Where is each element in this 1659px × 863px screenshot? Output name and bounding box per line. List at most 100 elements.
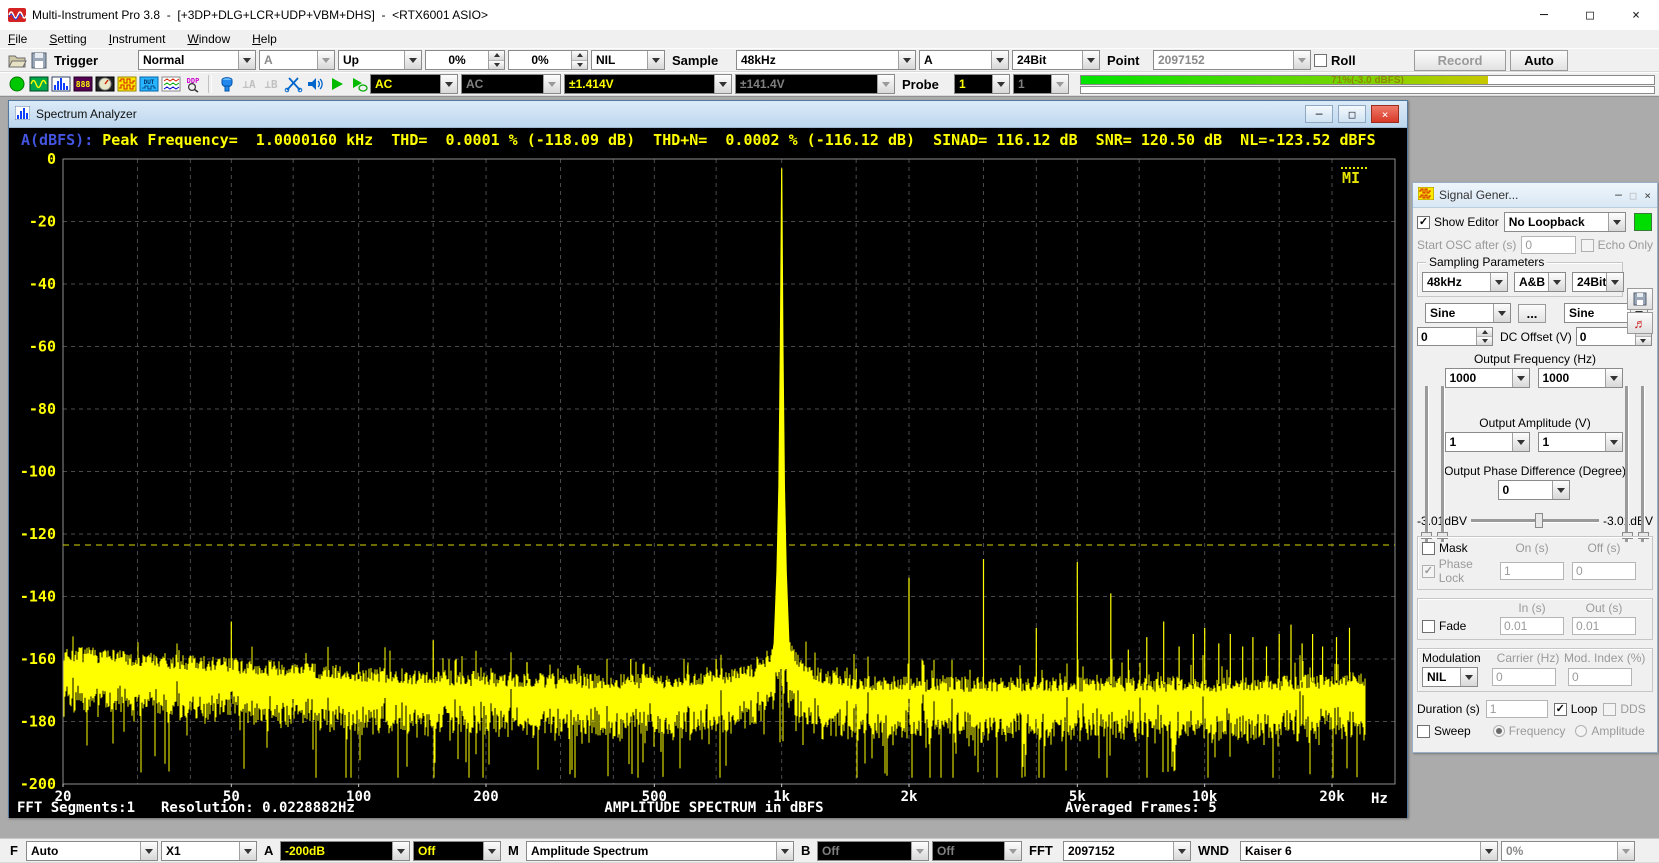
ddp-viewer-icon[interactable]: DDP [182,74,203,94]
instrument-toolbar: 888DUTDDP⊥A⊥BACAC±1.414V±141.4VProbe1171… [0,72,1659,96]
range-a-select[interactable]: ±1.414V [564,74,732,94]
status-resolution: Resolution: 0.0228882Hz [161,800,355,816]
y-axis-label: -120 [20,525,56,543]
amplitude-b-fine-slider-track[interactable] [1625,386,1629,542]
mdi-workspace: Spectrum Analyzer ─ □ × A(dBFS): Peak Fr… [0,96,1659,839]
sampling-channel-select[interactable]: A [919,50,1009,70]
mask-checkbox[interactable]: Mask [1422,541,1500,555]
frequency-a-select[interactable]: 1000 [1445,368,1530,388]
open-icon[interactable] [6,50,27,70]
sound-device-icon[interactable] [304,74,325,94]
auto-button[interactable]: Auto [1510,50,1568,71]
app-titlebar: Multi-Instrument Pro 3.8 - [+3DP+DLG+LCR… [0,0,1659,31]
spectrum-plot[interactable]: 0-20-40-60-80-100-120-140-160-180-200205… [9,152,1407,818]
menu-window[interactable]: Window [187,32,230,46]
play-selection-icon[interactable] [348,74,369,94]
probe-a-icon: ⊥A [238,74,259,94]
start-osc-input: 0 [1521,236,1575,254]
trigger-edge-select[interactable]: Up [338,50,422,70]
fft-size-select[interactable]: 2097152 [1063,841,1191,861]
show-editor-checkbox[interactable]: Show Editor [1417,215,1499,229]
window-function-select[interactable]: Kaiser 6 [1240,841,1498,861]
generator-run-button[interactable] [1634,213,1652,231]
spectrum-analyzer-icon[interactable] [50,74,71,94]
menu-setting[interactable]: Setting [49,32,86,46]
trigger-delay-spinner[interactable]: 0% [508,50,588,70]
fade-checkbox[interactable]: Fade [1422,619,1500,633]
coupling-a-select[interactable]: AC [370,74,458,94]
close-button[interactable]: × [1613,0,1659,30]
gen-sampling-rate-select[interactable]: 48kHz [1422,272,1508,292]
channel-a-range-select[interactable]: -200dB [280,841,410,861]
multimeter-icon[interactable]: 888 [72,74,93,94]
signal-generator-icon[interactable] [116,74,137,94]
amplitude-b-slider-track[interactable] [1641,386,1645,542]
probe-a-select[interactable]: 1 [954,74,1010,94]
gen-bit-depth-select[interactable]: 24Bit [1572,272,1624,292]
amplitude-a-select[interactable]: 1 [1445,432,1530,452]
spectrum-analyzer-window: Spectrum Analyzer ─ □ × A(dBFS): Peak Fr… [8,100,1408,818]
xy-probe-icon[interactable] [282,74,303,94]
derived-data-icon[interactable] [160,74,181,94]
sampling-rate-select[interactable]: 48kHz [736,50,916,70]
amplitude-a-slider-track[interactable] [1425,386,1429,542]
fundamental-peak [770,168,793,668]
level-meter-b [1080,86,1655,94]
amplitude-a-fine-slider-track[interactable] [1441,386,1445,542]
oscilloscope-icon[interactable] [28,74,49,94]
frequency-axis-label: F [6,843,26,858]
spectrum-close-button[interactable]: × [1371,105,1399,123]
trigger-level-spinner[interactable]: 0% [425,50,505,70]
balance-slider-track[interactable] [1471,519,1599,523]
loop-checkbox[interactable]: Loop [1554,702,1598,716]
siggen-minimize-button[interactable]: ─ [1615,189,1622,202]
spectrum-minimize-button[interactable]: ─ [1305,105,1333,123]
menu-help[interactable]: Help [252,32,277,46]
play-icon[interactable] [326,74,347,94]
minimize-button[interactable]: ─ [1521,0,1567,30]
y-axis-label: -80 [29,400,56,418]
gauge-icon[interactable] [94,74,115,94]
save-icon[interactable] [28,50,49,70]
signal-generator-titlebar[interactable]: Signal Gener... ─ □ × [1413,183,1657,208]
spectrum-maximize-button[interactable]: □ [1338,105,1366,123]
waveform-library-button[interactable]: ♬ [1627,312,1653,334]
main-display-select[interactable]: Amplitude Spectrum [526,841,794,861]
sweep-checkbox[interactable]: Sweep [1417,724,1471,738]
modulation-select[interactable]: NIL [1422,667,1478,687]
output-phase-label: Output Phase Difference (Degree) [1417,464,1653,478]
waveform-more-button[interactable]: ... [1518,304,1546,323]
waveform-a-select[interactable]: Sine [1425,303,1511,323]
spectrum-window-titlebar[interactable]: Spectrum Analyzer ─ □ × [9,101,1407,128]
run-icon[interactable] [6,74,27,94]
loopback-select[interactable]: No Loopback [1504,212,1626,232]
maximize-button[interactable]: □ [1567,0,1613,30]
mask-off-input: 0 [1572,562,1636,580]
main-display-label: M [504,843,526,858]
amplitude-b-select[interactable]: 1 [1538,432,1623,452]
trigger-mode-select[interactable]: Normal [138,50,256,70]
save-waveform-button[interactable] [1627,288,1653,310]
readout-values: Peak Frequency= 1.0000160 kHz THD= 0.000… [93,131,1375,149]
roll-checkbox[interactable]: Roll [1314,53,1374,68]
balance-slider-handle[interactable] [1535,513,1543,528]
mi-logo: MI [1342,169,1360,187]
frequency-axis-select[interactable]: Auto [26,841,158,861]
overlap-select: 0% [1501,841,1635,861]
phase-difference-select[interactable]: 0 [1498,480,1570,500]
trigger-frequency-rejection-select[interactable]: NIL [591,50,665,70]
y-axis-label: -40 [29,275,56,293]
svg-text:⊥A: ⊥A [242,78,256,91]
bit-depth-select[interactable]: 24Bit [1012,50,1100,70]
start-osc-label: Start OSC after (s) [1417,238,1516,252]
calibration-icon[interactable] [216,74,237,94]
channel-a-compensation-select[interactable]: Off [413,841,501,861]
siggen-close-button[interactable]: × [1644,189,1651,202]
menu-instrument[interactable]: Instrument [109,32,166,46]
menu-file[interactable]: File [8,32,27,46]
gen-channel-select[interactable]: A&B [1514,272,1566,292]
dc-offset-a-input[interactable]: 0 [1417,327,1493,346]
dut-icon[interactable]: DUT [138,74,159,94]
x-scale-multiplier-select[interactable]: X1 [161,841,257,861]
frequency-b-select[interactable]: 1000 [1538,368,1623,388]
